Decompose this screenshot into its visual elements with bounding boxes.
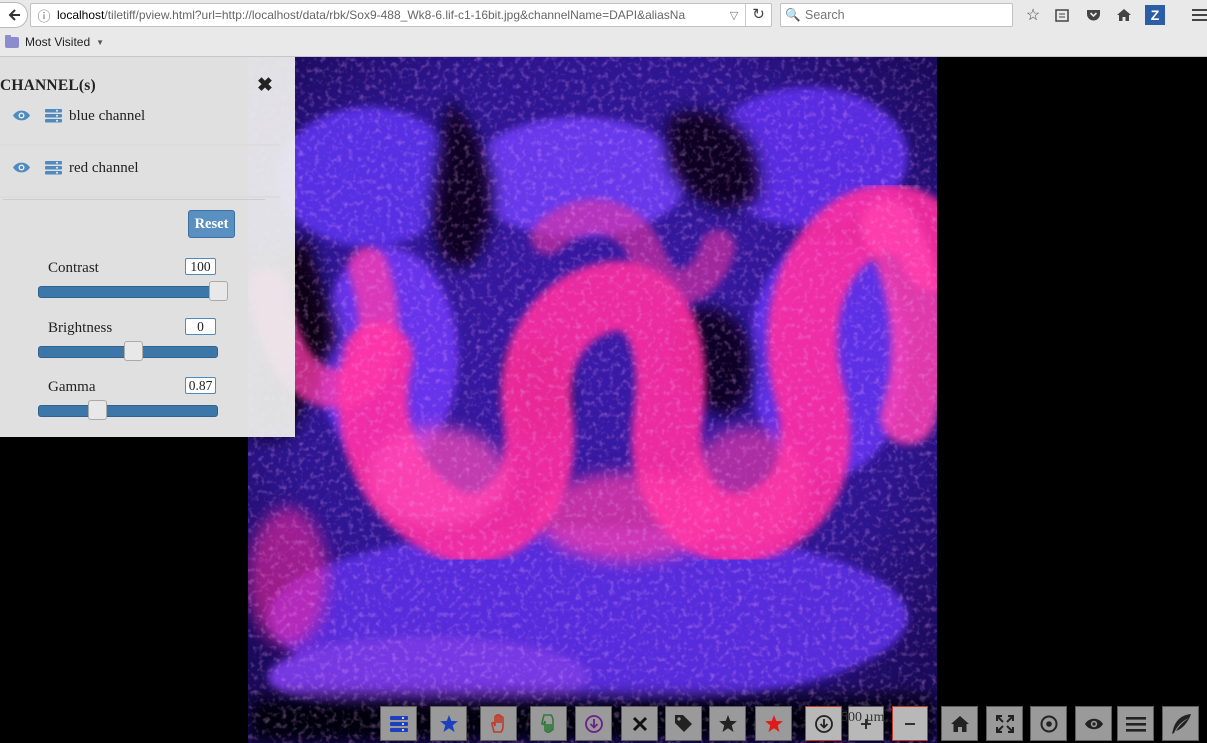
url-dropdown-icon[interactable]: ▽ [723, 9, 745, 22]
reading-list-icon[interactable] [1050, 3, 1074, 27]
gamma-label: Gamma [48, 379, 96, 395]
feather-icon [1171, 713, 1191, 734]
zotero-icon[interactable]: Z [1145, 5, 1165, 25]
contrast-slider-group: Contrast 100 [38, 258, 233, 315]
contrast-value[interactable]: 100 [185, 258, 216, 275]
eye-icon [1084, 718, 1103, 729]
hand-icon [490, 714, 504, 733]
home-icon [950, 715, 969, 732]
back-button[interactable] [0, 2, 28, 28]
most-visited-label: Most Visited [25, 35, 91, 49]
download-icon [814, 714, 833, 733]
contrast-thumb[interactable] [209, 281, 228, 301]
folder-icon [5, 34, 19, 48]
layers-icon[interactable] [45, 161, 62, 175]
back-arrow-icon [8, 9, 20, 21]
contrast-track[interactable] [38, 286, 218, 298]
most-visited-folder[interactable]: Most Visited ▼ [5, 34, 105, 49]
close-icon[interactable]: ✖ [257, 74, 273, 97]
gamma-track[interactable] [38, 405, 218, 417]
search-bar[interactable]: 🔍 [780, 3, 1013, 27]
panel-title: CHANNEL(s) [0, 77, 96, 94]
channel-label: blue channel [69, 108, 146, 124]
channel-item-red[interactable]: red channel [0, 152, 280, 198]
scale-label: 500 µm [841, 710, 885, 725]
draw-button[interactable] [1162, 706, 1199, 741]
scale-bar: 500 µm [838, 707, 910, 737]
layers-button[interactable] [380, 706, 417, 741]
gamma-thumb[interactable] [87, 400, 107, 420]
brightness-value[interactable]: 0 [185, 318, 216, 335]
tissue-image[interactable] [248, 57, 937, 743]
browser-toolbar: ⓘ localhost/tiletiff/pview.html?url=http… [0, 0, 1207, 30]
reset-button[interactable]: Reset [188, 210, 235, 238]
hand-outline-button[interactable] [530, 706, 567, 741]
bookmark-star-icon[interactable]: ☆ [1021, 3, 1045, 27]
channel-panel: CHANNEL(s) ✖ blue channel red channel Re… [0, 57, 295, 437]
fullscreen-icon [995, 714, 1014, 733]
hand-outline-icon [540, 714, 554, 733]
reload-icon[interactable]: ↻ [745, 4, 771, 26]
star-icon [439, 715, 458, 732]
red-star-icon [764, 715, 783, 732]
divider [3, 199, 265, 200]
search-input[interactable] [805, 8, 1005, 22]
red-star-button[interactable] [755, 706, 792, 741]
brightness-label: Brightness [48, 320, 113, 336]
bookmarks-bar: Most Visited ▼ [0, 30, 1207, 57]
eye-icon[interactable] [12, 161, 31, 174]
layers-icon[interactable] [45, 109, 62, 123]
gamma-slider-group: Gamma 0.87 [38, 377, 233, 434]
gamma-value[interactable]: 0.87 [185, 377, 216, 394]
save-download-button[interactable] [575, 706, 612, 741]
home-button[interactable] [941, 706, 978, 741]
star-icon [718, 715, 737, 732]
tag-icon [675, 715, 692, 732]
channel-label: red channel [69, 160, 139, 176]
favorite-button[interactable] [709, 706, 746, 741]
eye-icon[interactable] [12, 109, 31, 122]
tag-button[interactable] [665, 706, 702, 741]
brightness-slider-group: Brightness 0 [38, 318, 233, 375]
delete-button[interactable] [621, 706, 658, 741]
menu-button[interactable] [1117, 706, 1154, 741]
home-icon[interactable] [1112, 3, 1136, 27]
menu-icon [1125, 716, 1146, 732]
download-button[interactable] [805, 706, 842, 741]
search-icon: 🔍 [785, 7, 801, 22]
hamburger-menu-icon[interactable] [1187, 3, 1207, 27]
close-icon [632, 716, 647, 731]
download-circle-icon [584, 714, 603, 733]
center-button[interactable] [1030, 706, 1067, 741]
site-info-icon[interactable]: ⓘ [31, 6, 57, 25]
chevron-down-icon: ▼ [96, 37, 105, 47]
url-text[interactable]: localhost/tiletiff/pview.html?url=http:/… [57, 8, 723, 22]
fullscreen-button[interactable] [986, 706, 1023, 741]
pocket-icon[interactable] [1081, 3, 1105, 27]
contrast-label: Contrast [48, 260, 99, 276]
url-bar[interactable]: ⓘ localhost/tiletiff/pview.html?url=http… [30, 3, 772, 27]
visibility-button[interactable] [1075, 706, 1112, 741]
channel-item-blue[interactable]: blue channel [0, 100, 280, 146]
brightness-thumb[interactable] [123, 341, 143, 361]
annotation-star-button[interactable] [430, 706, 467, 741]
target-icon [1040, 715, 1057, 732]
layers-icon [389, 715, 408, 732]
pan-hand-button[interactable] [480, 706, 517, 741]
